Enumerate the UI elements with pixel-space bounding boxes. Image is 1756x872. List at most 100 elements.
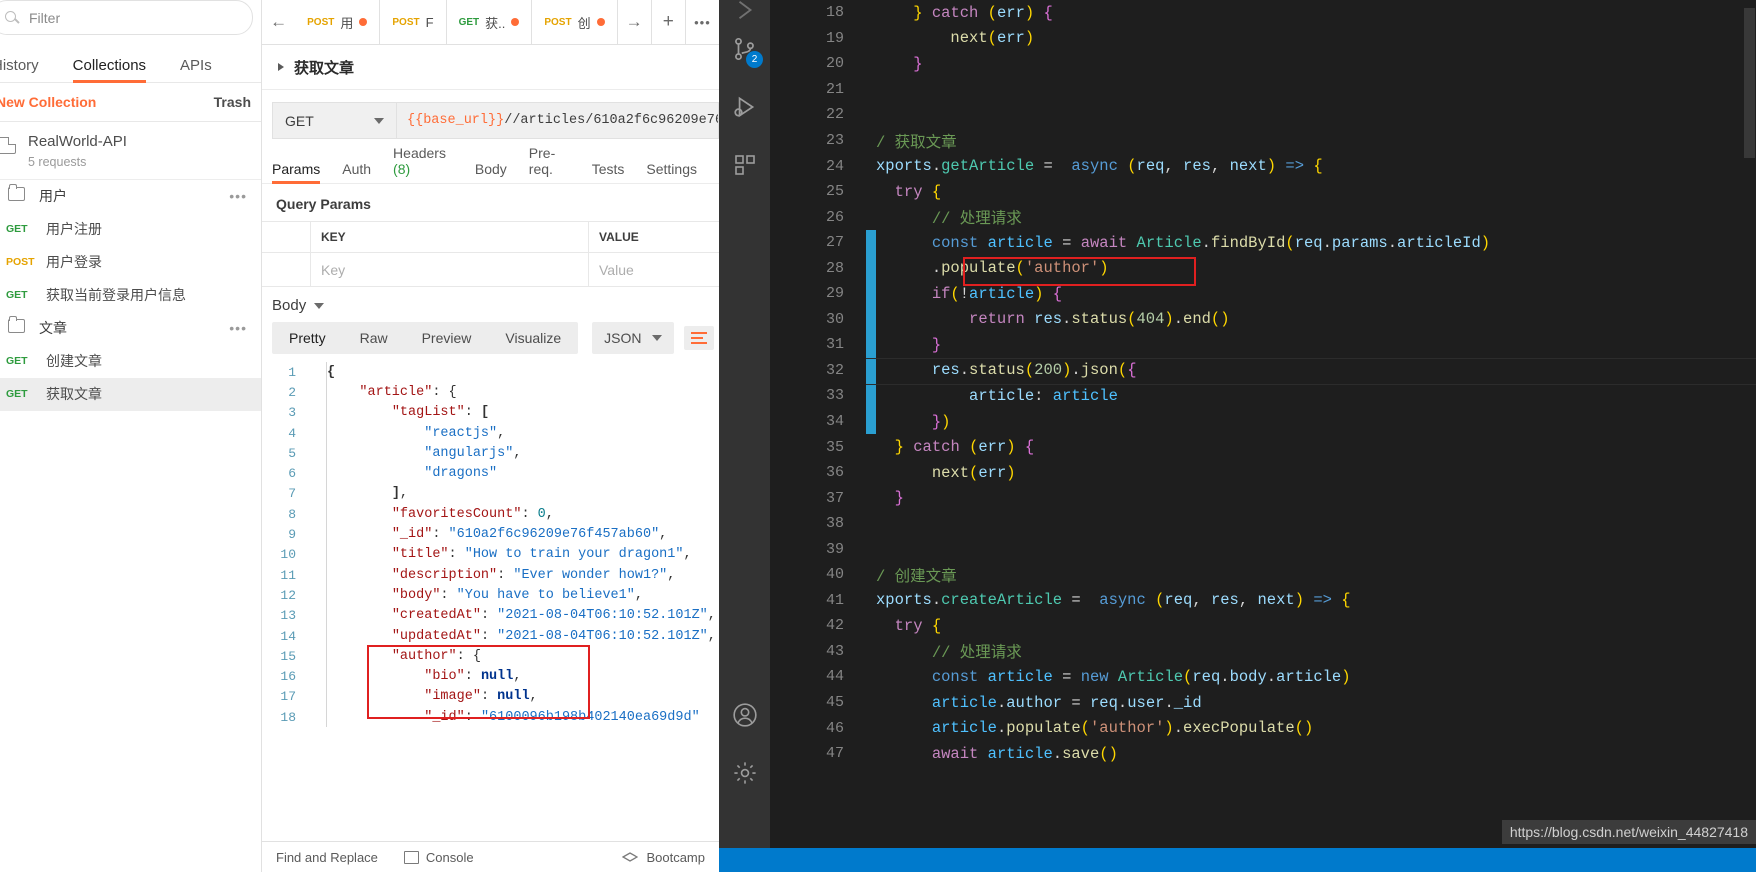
folder-menu-icon[interactable]: •••	[229, 320, 247, 336]
line-number: 38	[825, 515, 844, 533]
fold-gutter[interactable]	[308, 605, 327, 626]
response-format-select[interactable]: JSON	[592, 322, 674, 354]
fold-gutter[interactable]	[308, 362, 327, 383]
collection-item[interactable]: RealWorld-API 5 requests	[0, 122, 261, 180]
tab-scroll-forward-button[interactable]: →	[617, 0, 651, 44]
fold-gutter[interactable]	[308, 483, 327, 505]
fold-gutter[interactable]	[308, 422, 327, 444]
line-text: .populate('author')	[931, 259, 1109, 278]
new-collection-button[interactable]: + New Collection	[0, 94, 96, 110]
run-debug-icon[interactable]	[719, 78, 770, 136]
wrap-lines-icon[interactable]	[683, 326, 714, 350]
explorer-icon[interactable]	[719, 0, 770, 20]
url-bar: GET {{base_url}}//articles/610a2f6c96209…	[262, 90, 719, 149]
fold-gutter[interactable]	[308, 382, 327, 403]
url-path: //articles/610a2f6c96209e76f457ab60	[504, 113, 718, 128]
column-header-value: VALUE	[599, 230, 639, 244]
tab-history[interactable]: History	[0, 57, 39, 82]
source-control-icon[interactable]: 2	[719, 20, 770, 78]
tab-apis[interactable]: APIs	[180, 57, 212, 82]
tab-prerequest[interactable]: Pre-req.	[529, 145, 570, 183]
value-input-placeholder[interactable]: Value	[599, 262, 634, 278]
http-method-select[interactable]: GET	[272, 102, 397, 139]
tab-settings[interactable]: Settings	[646, 161, 697, 183]
tab-scroll-back-button[interactable]: ←	[262, 0, 296, 44]
fold-gutter[interactable]	[308, 544, 327, 565]
fold-gutter[interactable]	[308, 463, 327, 484]
current-block-indicator	[866, 229, 876, 256]
fold-gutter[interactable]	[308, 564, 327, 586]
extensions-icon[interactable]	[719, 136, 770, 194]
request-tab-2[interactable]: GET 获..	[446, 0, 533, 44]
tab-body[interactable]: Body	[475, 161, 507, 183]
url-input[interactable]: {{base_url}}//articles/610a2f6c96209e76f…	[397, 102, 719, 139]
fold-gutter[interactable]	[308, 585, 327, 606]
current-block-indicator	[866, 690, 876, 716]
new-tab-button[interactable]: +	[650, 0, 685, 44]
response-body-code[interactable]: 1{2 "article": {3 "tagList": [4 "reactjs…	[262, 362, 719, 737]
tab-more-button[interactable]: •••	[684, 0, 719, 44]
vscode-code-editor[interactable]: 18 } catch (err) {19 next(err) 20 } 21 22 23…	[770, 0, 1756, 872]
view-tab-raw[interactable]: Raw	[343, 322, 405, 354]
postman-main-pane: ← POST 用 POST F GET 获.. POST 创 → + ••• 获…	[262, 0, 719, 872]
request-label: 获取当前登录用户信息	[46, 287, 186, 304]
row-checkbox[interactable]	[262, 253, 311, 286]
view-tab-pretty[interactable]: Pretty	[272, 322, 343, 354]
fold-gutter[interactable]	[308, 524, 327, 545]
code-line: 14 "updatedAt": "2021-08-04T06:10:52.101…	[262, 625, 719, 647]
fold-gutter[interactable]	[308, 402, 327, 423]
fold-gutter[interactable]	[308, 686, 327, 708]
current-block-indicator	[866, 306, 876, 333]
view-tab-visualize[interactable]: Visualize	[488, 322, 578, 354]
account-icon[interactable]	[719, 686, 770, 744]
line-text: "reactjs",	[424, 425, 506, 441]
view-tab-preview[interactable]: Preview	[405, 322, 489, 354]
sidebar-request-user-register[interactable]: GET 用户注册	[0, 213, 261, 246]
table-row[interactable]: Key Value	[262, 253, 719, 287]
sidebar-folder-articles[interactable]: 文章 •••	[0, 312, 261, 345]
line-number: 5	[288, 445, 296, 461]
scrollbar-thumb[interactable]	[1744, 8, 1755, 158]
code-line: 36 next(err)	[770, 460, 1756, 486]
folder-menu-icon[interactable]: •••	[229, 188, 247, 204]
fold-gutter[interactable]	[308, 666, 327, 687]
code-line: 10 "title": "How to train your dragon1",	[262, 544, 719, 565]
tab-title: 用	[340, 15, 354, 31]
line-number: 21	[825, 80, 844, 98]
bootcamp-button[interactable]: Bootcamp	[622, 850, 705, 865]
tab-headers[interactable]: Headers (8)	[393, 145, 453, 183]
request-tab-1[interactable]: POST F	[380, 0, 447, 44]
key-input-placeholder[interactable]: Key	[321, 262, 345, 278]
trash-button[interactable]: Trash	[214, 94, 251, 110]
sidebar-request-user-login[interactable]: POST 用户登录	[0, 246, 261, 279]
find-and-replace-button[interactable]: Find and Replace	[276, 850, 378, 865]
postman-window: Filter History Collections APIs + New Co…	[0, 0, 719, 872]
tab-params[interactable]: Params	[272, 161, 321, 184]
console-button[interactable]: Console	[403, 850, 474, 865]
sidebar-request-get-article[interactable]: GET 获取文章	[0, 377, 261, 411]
settings-gear-icon[interactable]	[719, 744, 770, 802]
tab-auth[interactable]: Auth	[342, 161, 371, 183]
code-line: 33 article: article	[770, 383, 1756, 409]
response-body-header[interactable]: Body	[262, 287, 719, 322]
sidebar-request-create-article[interactable]: GET 创建文章	[0, 345, 261, 378]
fold-gutter[interactable]	[308, 504, 327, 525]
tab-tests[interactable]: Tests	[592, 161, 625, 183]
editor-scrollbar[interactable]	[1743, 0, 1756, 872]
line-text: res.status(200).json({	[931, 361, 1137, 380]
column-header-key: KEY	[321, 230, 346, 244]
fold-gutter[interactable]	[308, 646, 327, 667]
fold-gutter[interactable]	[308, 625, 327, 647]
sidebar-folder-users[interactable]: 用户 •••	[0, 180, 261, 213]
code-line: 29 if(!article) {	[770, 281, 1756, 307]
tab-collections[interactable]: Collections	[72, 57, 147, 83]
line-number: 46	[825, 719, 844, 737]
chevron-right-icon[interactable]	[278, 63, 284, 71]
fold-gutter[interactable]	[308, 707, 327, 728]
query-params-title: Query Params	[276, 196, 371, 212]
search-input[interactable]: Filter	[0, 0, 253, 35]
sidebar-request-current-user[interactable]: GET 获取当前登录用户信息	[0, 279, 261, 312]
request-tab-3[interactable]: POST 创	[532, 0, 618, 44]
request-tab-0[interactable]: POST 用	[295, 0, 381, 44]
fold-gutter[interactable]	[308, 443, 327, 464]
